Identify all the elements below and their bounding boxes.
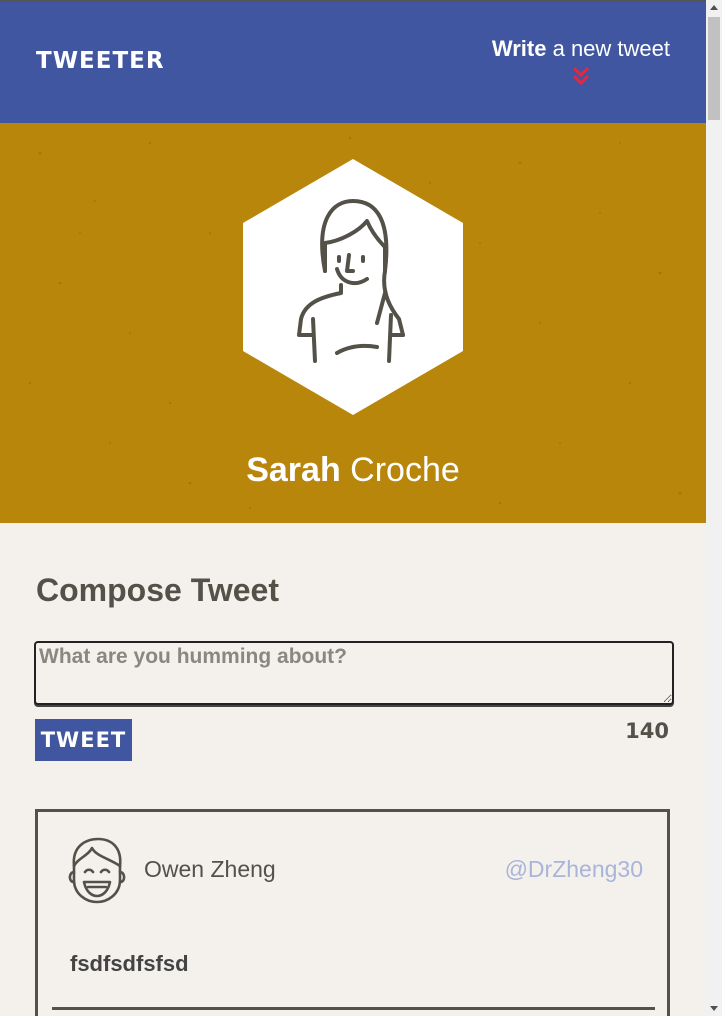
smiling-man-avatar-icon: [68, 837, 126, 904]
tweet-textarea[interactable]: [34, 641, 674, 705]
write-new-tweet-button[interactable]: Write a new tweet: [491, 36, 670, 86]
tweet-author-handle[interactable]: @DrZheng30: [505, 856, 643, 883]
profile-name: Sarah Croche: [0, 451, 706, 490]
scroll-up-arrow-icon[interactable]: [710, 5, 718, 10]
tweet-footer-divider: [52, 1007, 655, 1010]
woman-avatar-icon: [243, 159, 463, 415]
double-chevron-down-icon: [572, 66, 589, 86]
character-counter: 140: [625, 719, 669, 743]
top-nav: TWEETER Write a new tweet: [0, 2, 706, 123]
profile-header: Sarah Croche: [0, 123, 706, 523]
page: TWEETER Write a new tweet Sarah Croche C…: [0, 0, 706, 1016]
write-label-bold: Write: [491, 36, 547, 61]
tweet-content: fsdfsdfsfsd: [70, 951, 189, 976]
first-name: Sarah: [246, 451, 341, 489]
write-label-rest: a new tweet: [546, 36, 670, 61]
brand-logo[interactable]: TWEETER: [36, 48, 165, 74]
scrollbar-thumb[interactable]: [708, 17, 720, 120]
page-scrollbar[interactable]: [706, 0, 722, 1016]
tweet-author-name[interactable]: Owen Zheng: [144, 856, 276, 883]
tweet-card: Owen Zheng @DrZheng30 fsdfsdfsfsd: [35, 809, 670, 1016]
last-name: Croche: [340, 451, 460, 489]
compose-title: Compose Tweet: [36, 572, 279, 608]
scroll-down-arrow-icon[interactable]: [710, 1006, 718, 1011]
tweet-submit-button[interactable]: TWEET: [35, 719, 132, 761]
